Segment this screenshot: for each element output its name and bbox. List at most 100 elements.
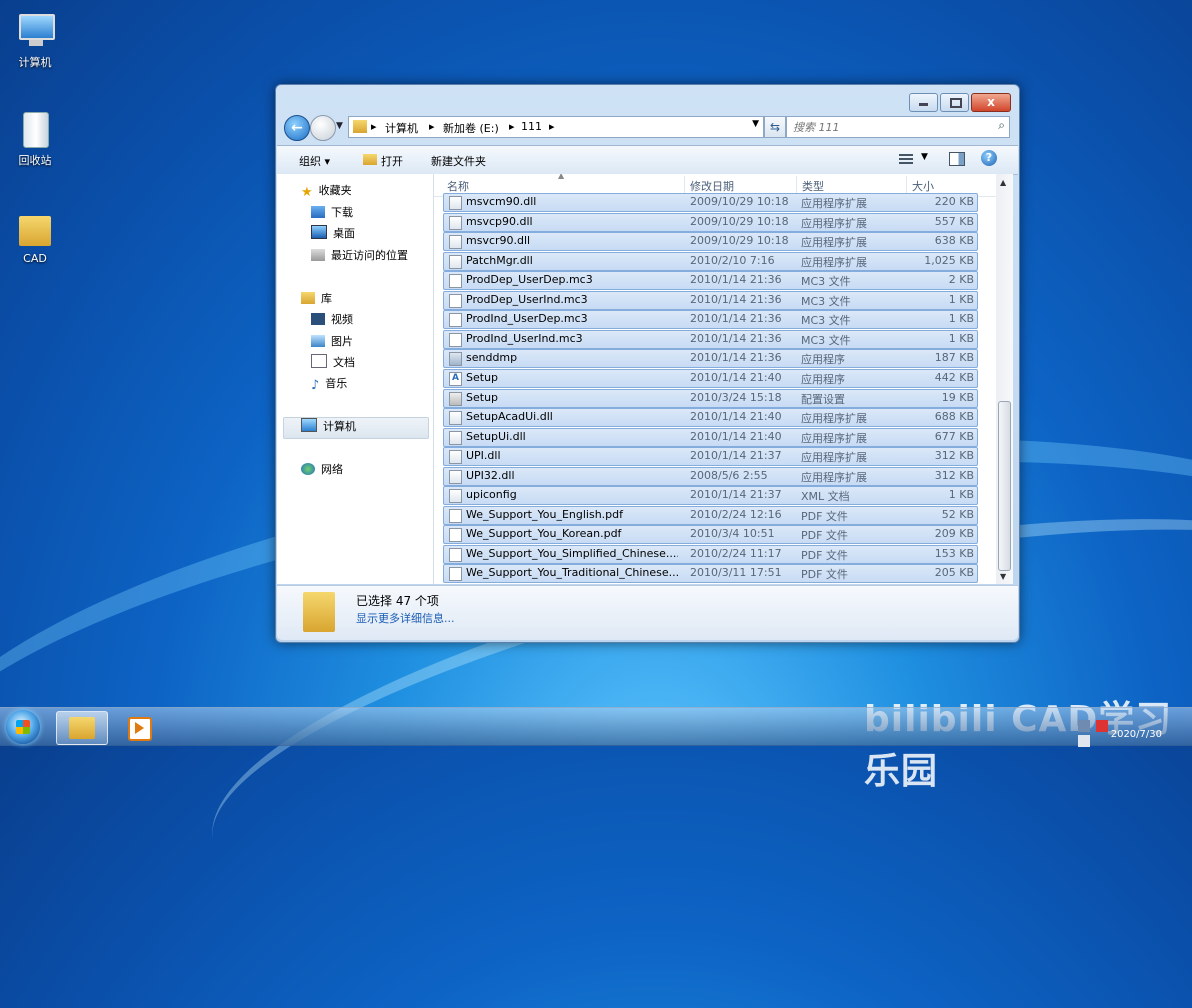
nav-item-music[interactable]: ♪ 音乐 [311, 375, 347, 393]
file-row[interactable]: senddmp 2010/1/14 21:36 应用程序 187 KB [443, 349, 978, 369]
scrollbar-thumb[interactable] [998, 401, 1011, 571]
search-icon[interactable]: ⌕ [998, 118, 1005, 133]
address-dropdown-icon[interactable]: ▼ [752, 119, 759, 129]
address-bar[interactable]: ▸ 计算机 ▸ 新加卷 (E:) ▸ 111 ▸ ▼ [348, 116, 764, 138]
taskbar-explorer-button[interactable] [56, 711, 108, 745]
file-date: 2010/3/24 15:18 [690, 390, 782, 404]
breadcrumb-separator[interactable]: ▸ [371, 120, 377, 133]
file-row[interactable]: ProdInd_UserDep.mc3 2010/1/14 21:36 MC3 文件… [443, 310, 978, 330]
file-row[interactable]: ProdInd_UserInd.mc3 2010/1/14 21:36 MC3 文件… [443, 329, 978, 349]
scroll-up-icon[interactable]: ▲ [1000, 178, 1006, 187]
nav-item-network[interactable]: 网络 [301, 461, 343, 479]
file-row[interactable]: A Setup 2010/1/14 21:40 应用程序 442 KB [443, 368, 978, 388]
file-size: 220 KB [934, 195, 974, 208]
taskbar-clock[interactable]: 2020/7/30 [1111, 729, 1162, 740]
desktop-icon-recycle-bin[interactable]: 回收站 [0, 108, 70, 168]
column-header-size[interactable]: 大小 [912, 178, 934, 194]
nav-item-label: 图片 [331, 335, 353, 348]
open-button[interactable]: 打开 [381, 153, 403, 169]
forward-button[interactable] [310, 115, 336, 141]
maximize-button[interactable] [940, 93, 969, 112]
file-row[interactable]: We_Support_You_Traditional_Chinese... 201… [443, 564, 978, 584]
file-icon [449, 567, 462, 582]
file-row[interactable]: Setup 2010/3/24 15:18 配置设置 19 KB [443, 388, 978, 408]
volume-icon[interactable] [1078, 735, 1090, 747]
nav-item-desktop[interactable]: 桌面 [311, 225, 355, 243]
file-row[interactable]: msvcm90.dll 2009/10/29 10:18 应用程序扩展 220 KB [443, 193, 978, 212]
recent-pages-dropdown-icon[interactable]: ▼ [336, 121, 343, 131]
file-row[interactable]: msvcr90.dll 2009/10/29 10:18 应用程序扩展 638 KB [443, 232, 978, 252]
file-type: 应用程序扩展 [801, 236, 867, 250]
file-size: 1,025 KB [924, 253, 974, 267]
help-icon[interactable]: ? [981, 150, 997, 166]
nav-item-recent-places[interactable]: 最近访问的位置 [311, 247, 408, 265]
column-header-type[interactable]: 类型 [802, 178, 824, 194]
view-dropdown-icon[interactable]: ▼ [921, 152, 928, 162]
action-center-flag-icon[interactable] [1078, 720, 1090, 732]
file-type: MC3 文件 [801, 333, 851, 347]
column-divider[interactable] [684, 176, 685, 194]
desktop-icon-computer[interactable]: 计算机 [0, 10, 70, 70]
column-header-name[interactable]: 名称 [447, 178, 469, 194]
file-row[interactable]: PatchMgr.dll 2010/2/10 7:16 应用程序扩展 1,025 KB [443, 251, 978, 271]
file-row[interactable]: upiconfig 2010/1/14 21:37 XML 文档 1 KB [443, 486, 978, 506]
desktop-icon [311, 225, 327, 239]
nav-item-computer[interactable]: 计算机 [301, 418, 356, 436]
back-button[interactable]: ← [284, 115, 310, 141]
file-row[interactable]: msvcp90.dll 2009/10/29 10:18 应用程序扩展 557 KB [443, 212, 978, 232]
file-row[interactable]: ProdDep_UserDep.mc3 2010/1/14 21:36 MC3 文件… [443, 271, 978, 291]
close-button[interactable]: x [971, 93, 1011, 112]
taskbar-media-player-button[interactable] [114, 711, 164, 743]
new-folder-button[interactable]: 新建文件夹 [431, 153, 486, 169]
file-row[interactable]: UPI32.dll 2008/5/6 2:55 应用程序扩展 312 KB [443, 466, 978, 486]
file-size: 153 KB [934, 546, 974, 560]
file-row[interactable]: We_Support_You_Simplified_Chinese.... 201… [443, 544, 978, 564]
nav-item-pictures[interactable]: 图片 [311, 333, 353, 351]
file-row[interactable]: SetupUi.dll 2010/1/14 21:40 应用程序扩展 677 KB [443, 427, 978, 447]
file-row[interactable]: We_Support_You_English.pdf 2010/2/24 12:1… [443, 505, 978, 525]
file-date: 2009/10/29 10:18 [690, 234, 789, 248]
file-size: 677 KB [934, 429, 974, 443]
desktop-icon-cad-folder[interactable]: CAD [0, 208, 70, 265]
nav-item-downloads[interactable]: 下载 [311, 204, 353, 222]
start-button[interactable] [6, 710, 40, 744]
preview-pane-icon[interactable] [949, 152, 965, 166]
file-row[interactable]: UPI.dll 2010/1/14 21:37 应用程序扩展 312 KB [443, 447, 978, 467]
file-row[interactable]: We_Support_You_Korean.pdf 2010/3/4 10:51 P… [443, 525, 978, 545]
column-divider[interactable] [796, 176, 797, 194]
breadcrumb-separator[interactable]: ▸ [509, 120, 515, 133]
file-row[interactable]: SetupAcadUi.dll 2010/1/14 21:40 应用程序扩展 688 … [443, 408, 978, 428]
breadcrumb-computer[interactable]: 计算机 [385, 120, 418, 136]
explorer-window: x ← ▼ ▸ 计算机 ▸ 新加卷 (E:) ▸ 111 ▸ ▼ ⇆ ⌕ 组织 … [275, 84, 1020, 643]
file-size: 638 KB [934, 234, 974, 248]
minimize-icon [919, 103, 928, 106]
change-view-icon[interactable] [899, 154, 913, 164]
network-error-icon[interactable] [1095, 720, 1108, 732]
application-icon [449, 352, 462, 367]
column-header-date[interactable]: 修改日期 [690, 178, 734, 194]
nav-item-videos[interactable]: 视频 [311, 311, 353, 329]
file-type: XML 文档 [801, 490, 850, 504]
nav-item-libraries[interactable]: 库 [301, 290, 332, 308]
vertical-scrollbar[interactable]: ▲ ▼ [996, 174, 1013, 584]
refresh-button[interactable]: ⇆ [764, 116, 786, 138]
file-type: 配置设置 [801, 392, 845, 406]
file-name: senddmp [466, 351, 518, 365]
nav-item-documents[interactable]: 文档 [311, 354, 355, 372]
file-name: Setup [466, 370, 499, 384]
nav-item-favorites[interactable]: ★ 收藏夹 [301, 182, 352, 200]
breadcrumb-volume[interactable]: 新加卷 (E:) [443, 120, 499, 136]
search-input[interactable] [791, 119, 985, 135]
breadcrumb-separator[interactable]: ▸ [549, 120, 555, 133]
caption-buttons: x [907, 93, 1011, 112]
minimize-button[interactable] [909, 93, 938, 112]
column-divider[interactable] [906, 176, 907, 194]
nav-item-label: 库 [321, 292, 332, 305]
breadcrumb-separator[interactable]: ▸ [429, 120, 435, 133]
setup-icon: A [449, 371, 462, 386]
show-more-details-link[interactable]: 显示更多详细信息... [356, 610, 455, 626]
scroll-down-icon[interactable]: ▼ [1000, 572, 1006, 581]
breadcrumb-folder[interactable]: 111 [521, 120, 542, 133]
organize-menu-button[interactable]: 组织 ▾ [299, 153, 330, 169]
file-row[interactable]: ProdDep_UserInd.mc3 2010/1/14 21:36 MC3 文件… [443, 290, 978, 310]
